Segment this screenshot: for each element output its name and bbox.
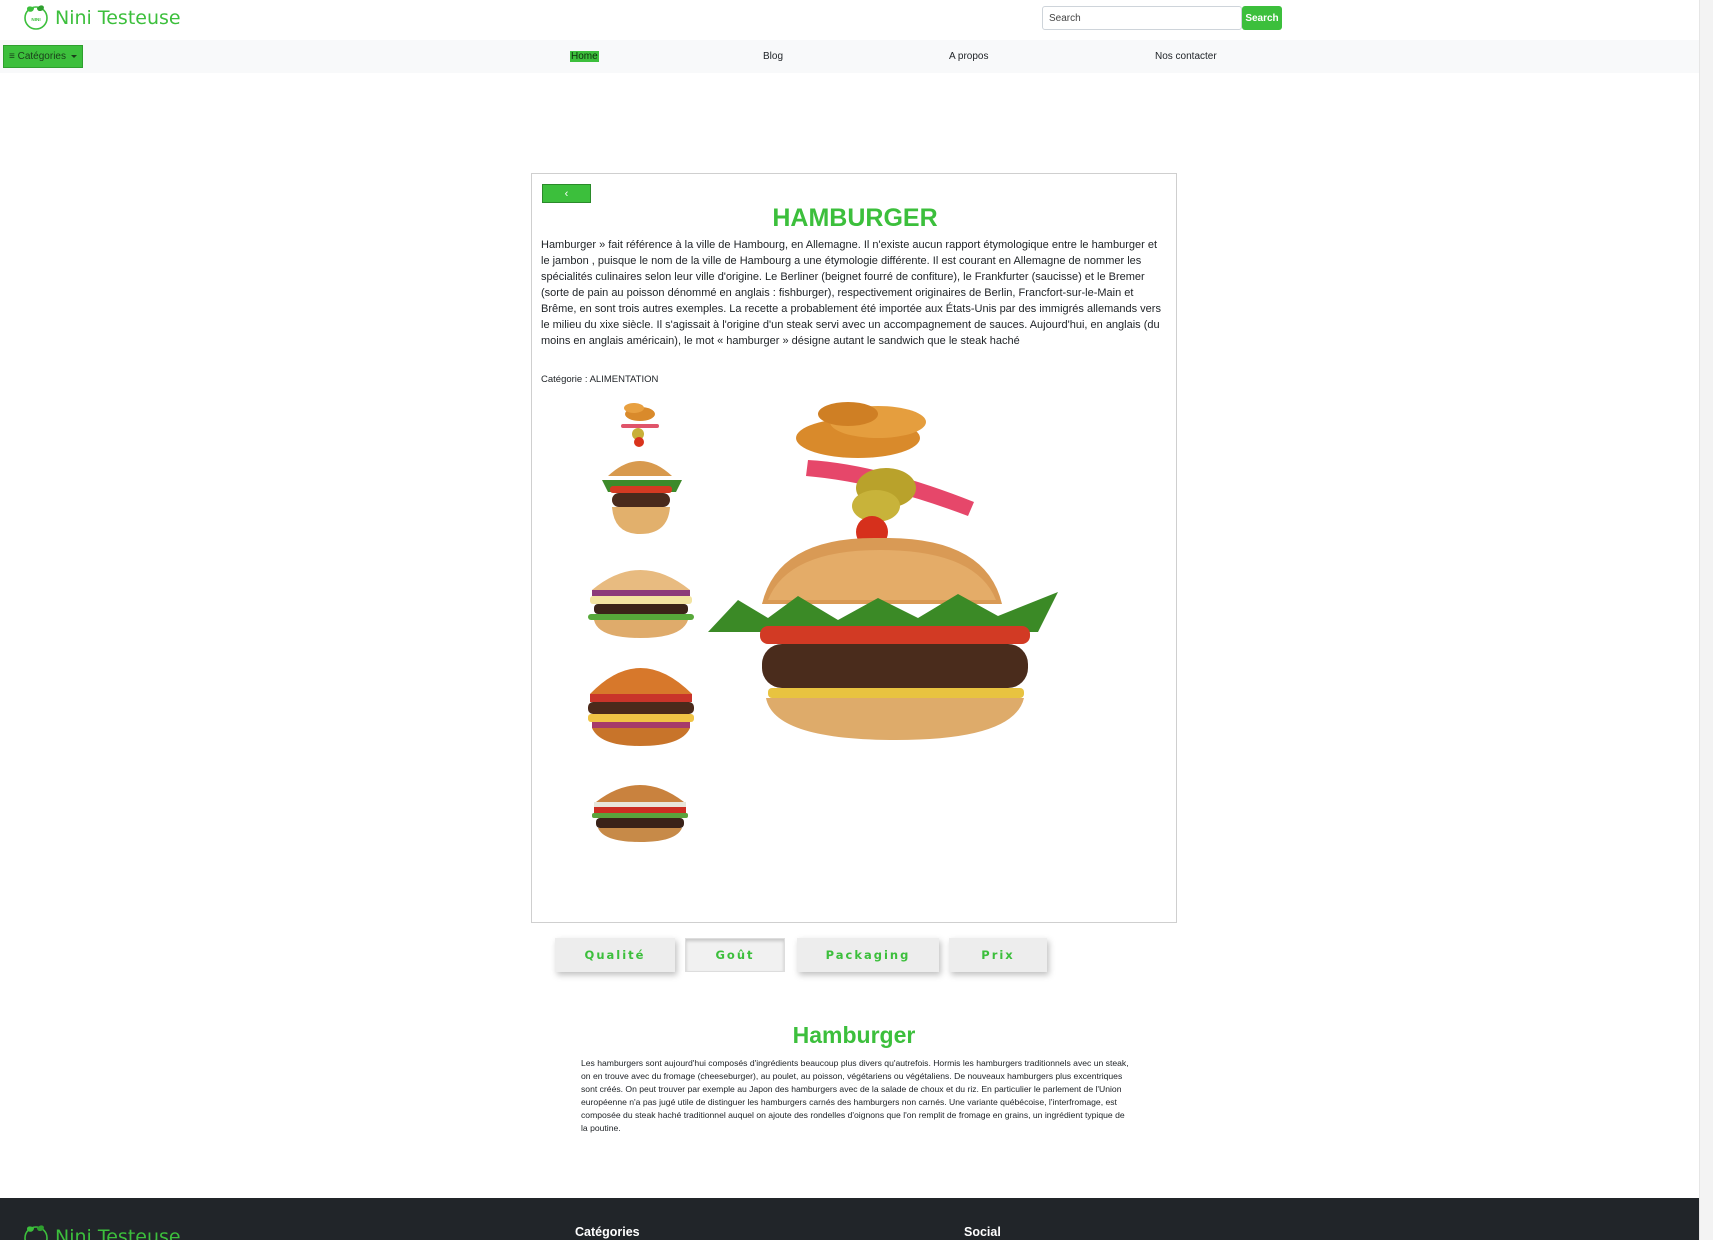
- product-card: ‹ HAMBURGER Hamburger » fait référence à…: [531, 173, 1177, 923]
- burger-thumbnail-2[interactable]: [578, 552, 702, 640]
- back-button[interactable]: ‹: [542, 184, 591, 203]
- nav-link-about[interactable]: A propos: [949, 51, 988, 62]
- footer-heading-categories: Catégories: [575, 1225, 640, 1239]
- tab-prix[interactable]: Prix: [949, 938, 1047, 972]
- footer-brand-name: Nini Testeuse: [55, 1226, 181, 1240]
- tab-packaging[interactable]: Packaging: [797, 938, 939, 972]
- nav-link-home[interactable]: Home: [570, 51, 599, 62]
- leaf-logo-icon: NINI: [24, 5, 48, 30]
- categories-label: ≡ Catégories: [9, 51, 66, 62]
- chevron-left-icon: ‹: [564, 187, 569, 200]
- leaf-logo-icon: [24, 1225, 48, 1240]
- product-description: Hamburger » fait référence à la ville de…: [541, 239, 1161, 347]
- burger-main-image: [708, 402, 1058, 740]
- caret-down-icon: [70, 55, 77, 58]
- burger-thumbnail-3[interactable]: [578, 648, 702, 748]
- page-scrollbar[interactable]: [1699, 0, 1713, 1240]
- tab-qualite[interactable]: Qualité: [555, 938, 675, 972]
- brand-name: Nini Testeuse: [55, 7, 181, 29]
- nav-link-contact[interactable]: Nos contacter: [1155, 51, 1217, 62]
- footer-logo[interactable]: Nini Testeuse: [21, 1222, 181, 1240]
- burger-thumbnail-4[interactable]: [588, 772, 692, 844]
- section-title: Hamburger: [792, 1022, 916, 1048]
- categories-dropdown-button[interactable]: ≡ Catégories: [3, 45, 83, 68]
- logo-lettering: NINI: [31, 17, 40, 22]
- tab-gout[interactable]: Goût: [685, 938, 785, 972]
- search-input[interactable]: [1042, 6, 1242, 30]
- top-header: NINI Nini Testeuse Search: [0, 0, 1713, 40]
- footer-heading-social: Social: [964, 1225, 1001, 1239]
- site-footer: Nini Testeuse Catégories Social: [0, 1198, 1713, 1240]
- nav-link-blog[interactable]: Blog: [763, 51, 783, 62]
- site-logo[interactable]: NINI Nini Testeuse: [21, 2, 181, 32]
- section-text: Les hamburgers sont aujourd'hui composés…: [581, 1058, 1129, 1133]
- product-category: Catégorie : ALIMENTATION: [541, 374, 659, 385]
- main-navbar: ≡ Catégories Home Blog A propos Nos cont…: [0, 40, 1713, 73]
- product-title: HAMBURGER: [772, 204, 938, 232]
- burger-thumbnail-1[interactable]: [578, 394, 702, 544]
- search-button[interactable]: Search: [1242, 6, 1282, 30]
